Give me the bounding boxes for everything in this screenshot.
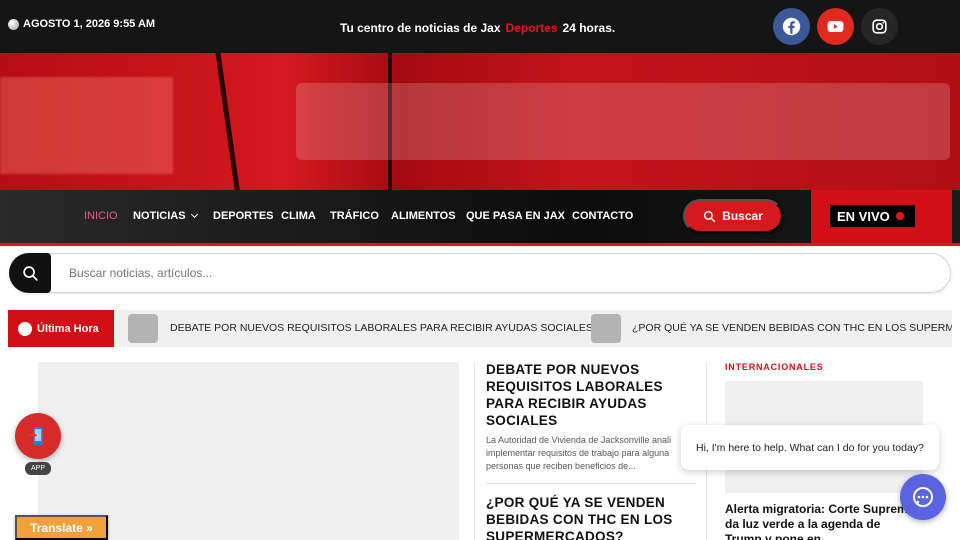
header-banner	[0, 53, 960, 190]
tagline-text: Tu centro de noticias de Jax	[340, 21, 501, 35]
chat-greeting-text: Hi, I'm here to help. What can I do for …	[696, 441, 924, 454]
chat-icon	[913, 487, 933, 507]
nav-item-label: NOTICIAS	[133, 210, 186, 222]
nav-item-inicio[interactable]: INICIO	[84, 210, 118, 222]
page: AGOSTO 1, 2026 9:55 AM Tu centro de noti…	[0, 0, 960, 540]
banner-stripe	[214, 53, 243, 190]
phone-icon	[28, 426, 43, 446]
hero-image[interactable]	[38, 362, 459, 540]
article-divider	[486, 483, 696, 484]
nav-divider	[0, 243, 960, 246]
chat-greeting-bubble[interactable]: Hi, I'm here to help. What can I do for …	[681, 425, 939, 470]
ticker-thumbnail[interactable]	[128, 314, 158, 343]
search-button-label: Buscar	[722, 209, 763, 223]
live-label: EN VIVO	[837, 208, 890, 224]
search-button[interactable]: Buscar	[683, 199, 783, 233]
ticker-item[interactable]: ¿POR QUÉ YA SE VENDEN BEBIDAS CON THC EN…	[632, 322, 960, 334]
search-icon	[22, 265, 38, 281]
chat-button[interactable]	[900, 474, 946, 520]
article-excerpt: La Autoridad de Vivienda de Jacksonville…	[486, 435, 671, 471]
nav-item-trafico[interactable]: TRÁFICO	[330, 210, 379, 222]
nav-item-noticias[interactable]: NOTICIAS	[133, 210, 198, 222]
banner-logo-area	[0, 77, 173, 174]
live-button[interactable]: EN VIVO	[830, 205, 915, 227]
sidebar-article-title[interactable]: Alerta migratoria: Corte Suprema da luz …	[725, 502, 915, 540]
nav-item-alimentos[interactable]: ALIMENTOS	[391, 210, 456, 222]
breaking-label: Última Hora	[8, 310, 114, 347]
article-title[interactable]: DEBATE POR NUEVOS REQUISITOS LABORALES P…	[486, 361, 696, 429]
nav-item-clima[interactable]: CLIMA	[281, 210, 316, 222]
ticker-thumbnail[interactable]	[591, 314, 621, 343]
nav-item-que-pasa-en-jax[interactable]: QUE PASA EN JAX	[466, 210, 565, 222]
column-divider	[474, 362, 475, 540]
nav-item-contacto[interactable]: CONTACTO	[572, 210, 633, 222]
search-icon	[704, 210, 716, 222]
chevron-down-icon	[190, 210, 198, 219]
app-download-button[interactable]	[15, 413, 61, 459]
globe-icon	[8, 18, 19, 30]
search-submit[interactable]	[9, 253, 51, 293]
date-time: AGOSTO 1, 2026 9:55 AM	[8, 18, 155, 30]
search-input[interactable]	[69, 266, 769, 280]
nav-item-deportes[interactable]: DEPORTES	[213, 210, 274, 222]
facebook-icon[interactable]	[773, 8, 810, 45]
tagline: Tu centro de noticias de Jax Deportes 24 h…	[340, 21, 615, 35]
instagram-icon[interactable]	[861, 8, 898, 45]
circle-icon	[18, 321, 32, 336]
youtube-icon[interactable]	[817, 8, 854, 45]
tagline-highlight: Deportes	[505, 21, 558, 35]
translate-button[interactable]: Translate »	[15, 515, 108, 540]
banner-ad-area	[296, 83, 950, 160]
date-time-text: AGOSTO 1, 2026 9:55 AM	[23, 18, 156, 30]
app-label: APP	[25, 462, 51, 475]
article-title[interactable]: ¿POR QUÉ YA SE VENDEN BEBIDAS CON THC EN…	[486, 494, 696, 540]
live-dot-icon	[895, 212, 904, 220]
ticker-edge-mask	[952, 310, 960, 347]
breaking-label-text: Última Hora	[37, 322, 99, 335]
category-label[interactable]: INTERNACIONALES	[725, 362, 824, 372]
tagline-suffix: 24 horas.	[562, 21, 616, 35]
ticker-item[interactable]: DEBATE POR NUEVOS REQUISITOS LABORALES P…	[170, 322, 593, 334]
